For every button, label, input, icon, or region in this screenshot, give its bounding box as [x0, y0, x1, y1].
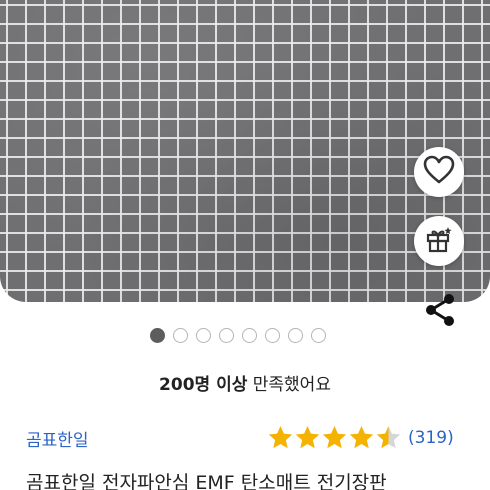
brand-link[interactable]: 곰표한일	[26, 426, 89, 451]
star-half-icon	[376, 426, 401, 449]
wishlist-button[interactable]	[414, 147, 464, 197]
pagination-dot-6[interactable]	[265, 328, 280, 343]
rating[interactable]: (319)	[267, 424, 454, 451]
share-icon	[423, 292, 457, 332]
star-icon	[295, 426, 320, 449]
pagination-dot-2[interactable]	[173, 328, 188, 343]
image-pagination	[150, 328, 326, 343]
gift-button[interactable]	[414, 216, 464, 266]
product-title[interactable]: 곰표한일 전자파안심 EMF 탄소매트 전기장판	[26, 472, 387, 490]
product-image[interactable]	[0, 0, 490, 302]
pagination-dot-7[interactable]	[288, 328, 303, 343]
star-icon	[349, 426, 374, 449]
pagination-dot-5[interactable]	[242, 328, 257, 343]
pagination-dot-1[interactable]	[150, 328, 165, 343]
heart-icon	[423, 155, 455, 189]
satisfaction-count: 200명 이상	[159, 375, 248, 395]
satisfaction-label: 만족했어요	[247, 375, 331, 395]
gift-icon	[424, 224, 454, 258]
pagination-dot-8[interactable]	[311, 328, 326, 343]
review-count[interactable]: (319)	[408, 428, 454, 448]
star-icon	[268, 426, 293, 449]
share-button[interactable]	[418, 290, 462, 334]
pagination-dot-4[interactable]	[219, 328, 234, 343]
satisfaction-text: 200명 이상 만족했어요	[0, 370, 490, 395]
product-title-container: 곰표한일 전자파안심 EMF 탄소매트 전기장판	[0, 472, 490, 490]
star-icon	[322, 426, 347, 449]
pagination-dot-3[interactable]	[196, 328, 211, 343]
